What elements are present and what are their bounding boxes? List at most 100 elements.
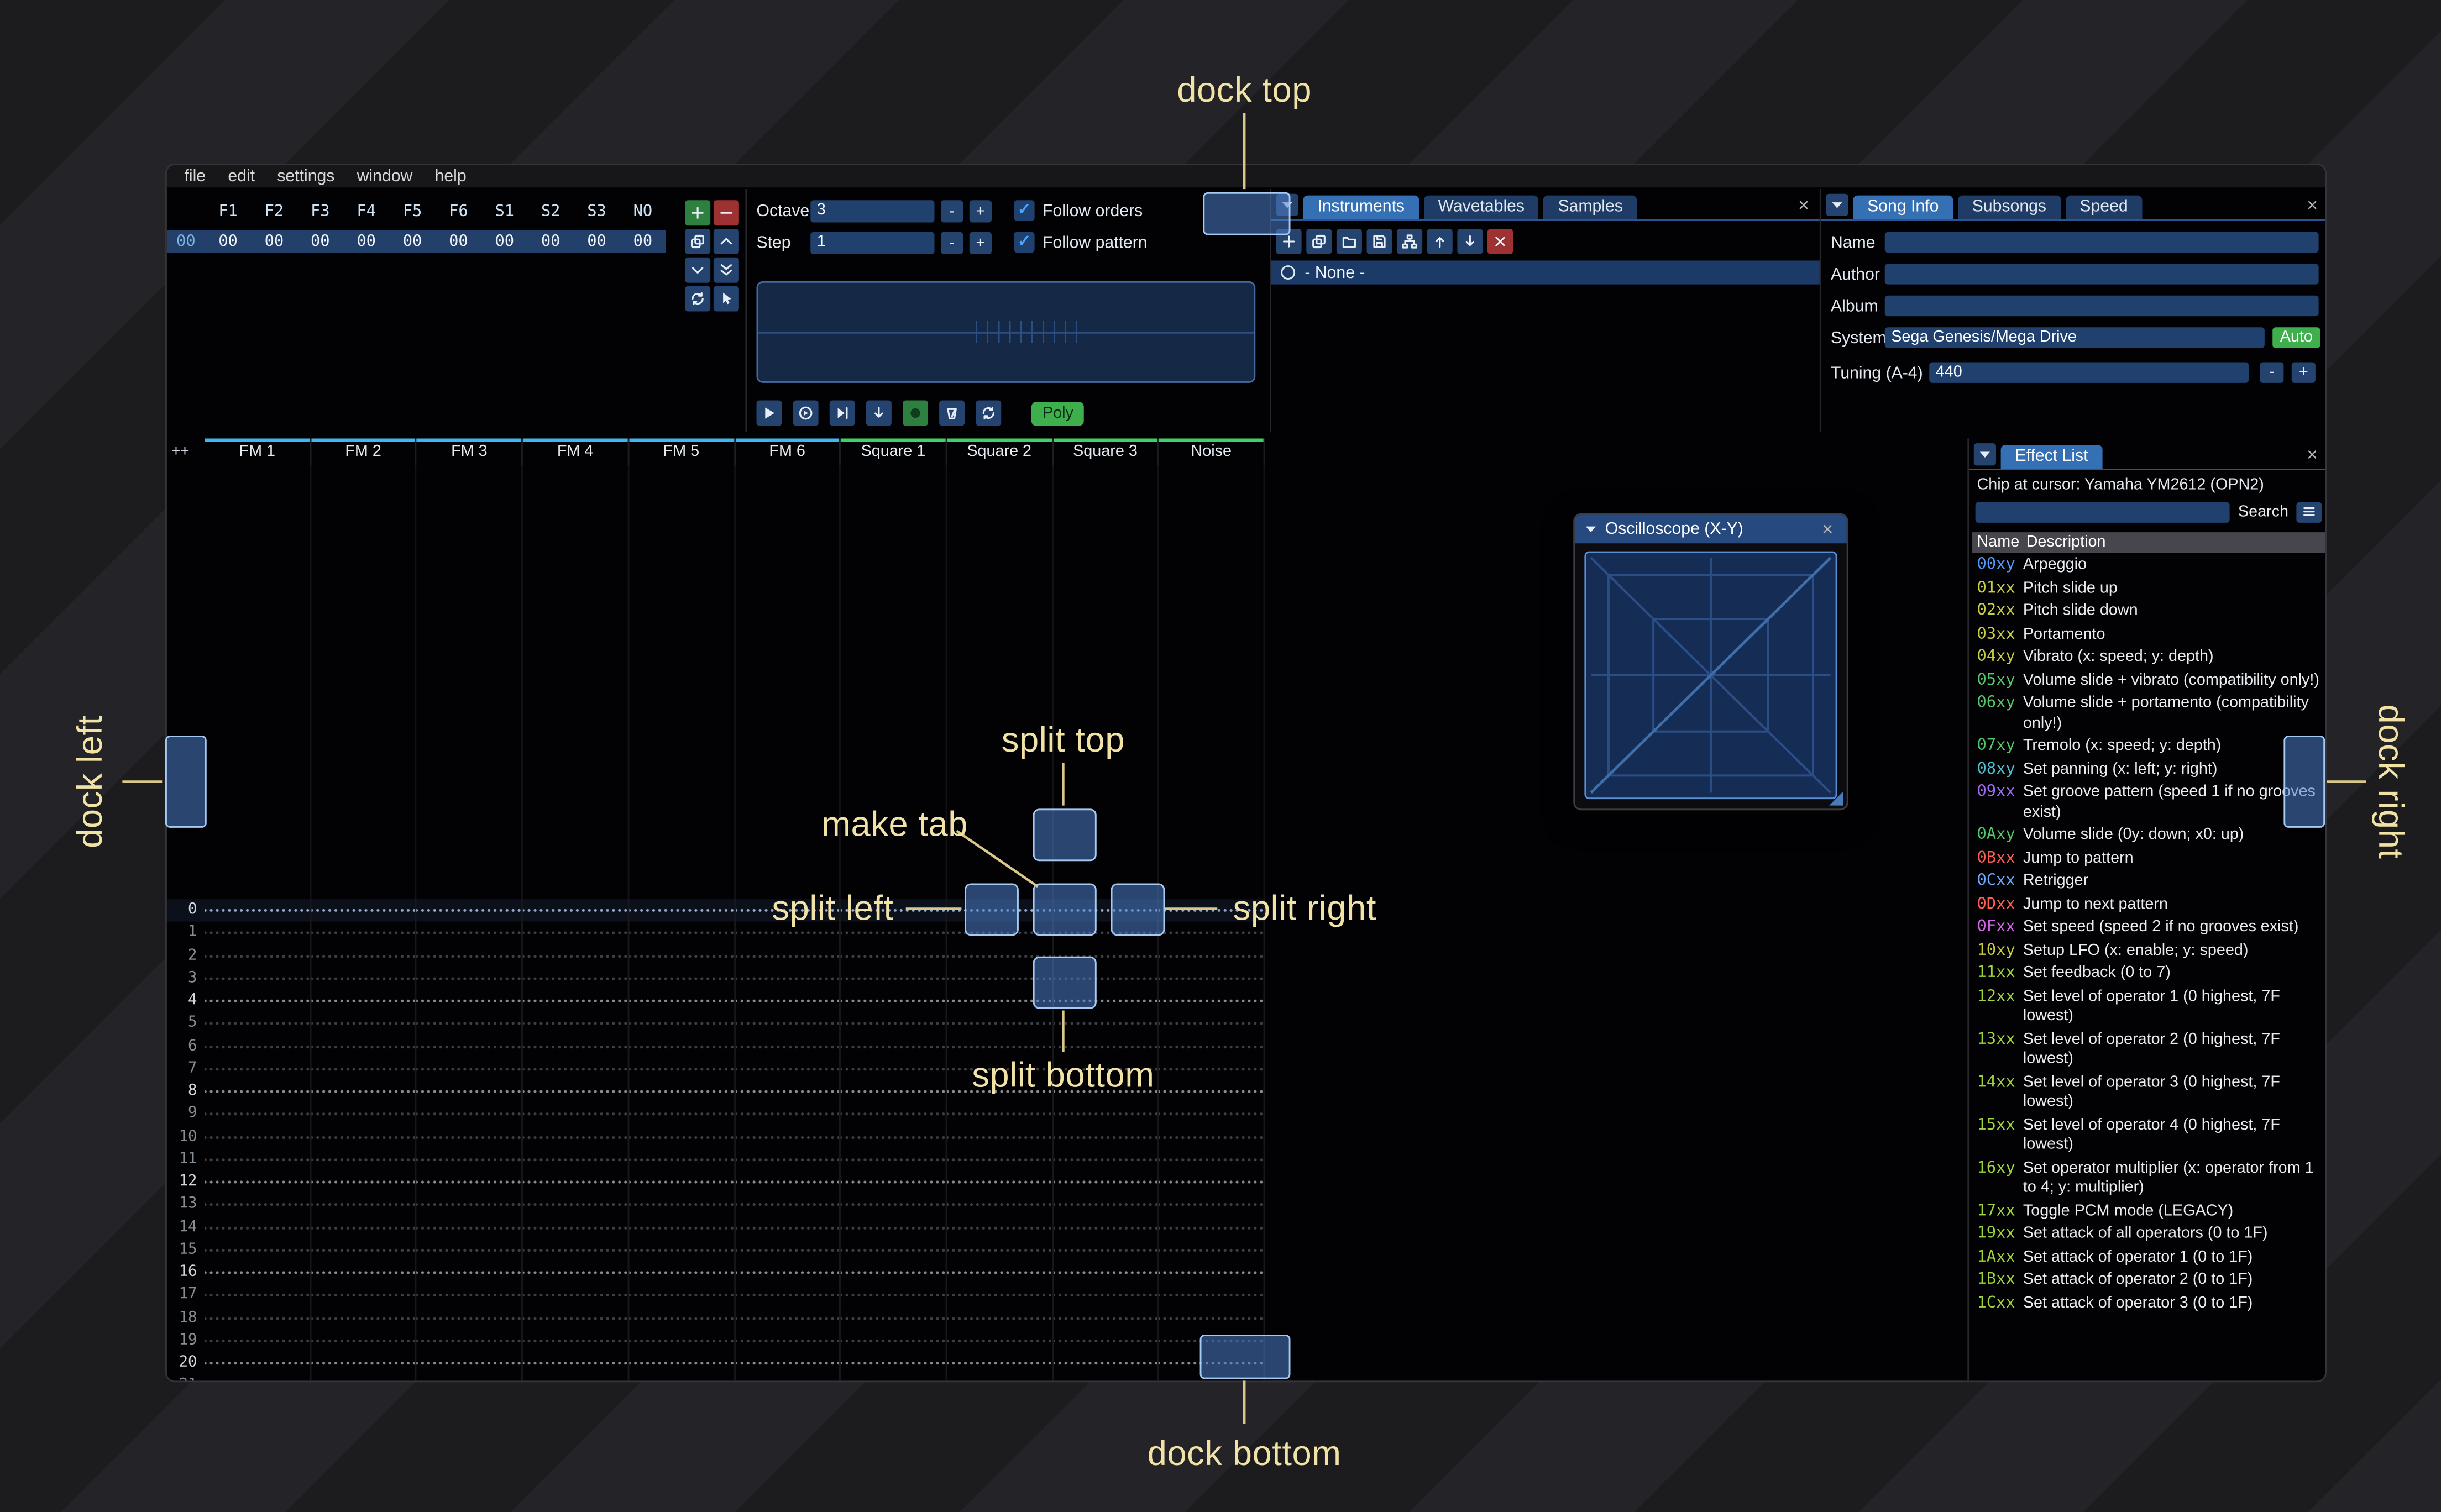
effect-row[interactable]: 17xx Toggle PCM mode (LEGACY) [1972, 1200, 2325, 1224]
close-icon[interactable]: × [1793, 192, 1815, 218]
pattern-cell[interactable] [628, 1058, 735, 1080]
pattern-cell[interactable] [947, 1125, 1054, 1148]
effect-row[interactable]: 07xy Tremolo (x: speed; y: depth) [1972, 736, 2325, 759]
pattern-cell[interactable] [205, 1125, 311, 1148]
pattern-cell[interactable] [1159, 1170, 1265, 1194]
effect-row[interactable]: 13xx Set level of operator 2 (0 highest, … [1972, 1029, 2325, 1072]
effect-row[interactable]: 05xy Volume slide + vibrato (compatibilit… [1972, 670, 2325, 693]
pattern-cell[interactable] [417, 1306, 523, 1330]
menu-item-help[interactable]: help [423, 165, 477, 188]
pattern-cell[interactable] [523, 1329, 629, 1352]
pattern-cell[interactable] [523, 944, 629, 968]
pattern-cell[interactable] [311, 1306, 417, 1330]
pattern-cell[interactable] [417, 1193, 523, 1216]
octave-input[interactable]: 3 [810, 200, 935, 223]
pattern-cell[interactable] [947, 1374, 1054, 1381]
pattern-cell[interactable] [628, 1261, 735, 1284]
effect-row[interactable]: 1Axx Set attack of operator 1 (0 to 1F) [1972, 1246, 2325, 1269]
effect-row[interactable]: 0Fxx Set speed (speed 2 if no grooves exi… [1972, 917, 2325, 940]
instrument-delete-button[interactable] [1487, 229, 1513, 254]
pattern-cell[interactable] [947, 1216, 1054, 1239]
follow-pattern-checkbox[interactable] [1014, 232, 1035, 253]
pattern-cell[interactable] [947, 1102, 1054, 1126]
order-add-button[interactable] [685, 200, 711, 226]
pattern-cell[interactable] [311, 944, 417, 968]
pattern-cell[interactable] [417, 1058, 523, 1080]
pattern-cell[interactable] [311, 1012, 417, 1036]
pattern-cell[interactable] [841, 990, 947, 1013]
pattern-cell[interactable] [841, 1306, 947, 1330]
pattern-cell[interactable] [628, 1329, 735, 1352]
pattern-cell[interactable] [1159, 1080, 1265, 1103]
pattern-cell[interactable] [1053, 1035, 1159, 1058]
pattern-cell[interactable] [523, 1012, 629, 1036]
pattern-cell[interactable] [523, 1148, 629, 1171]
pattern-cell[interactable] [628, 1352, 735, 1375]
pattern-cell[interactable] [628, 1035, 735, 1058]
pattern-cell[interactable] [841, 1329, 947, 1352]
channel-header-square-1[interactable]: Square 1 [841, 438, 947, 466]
pattern-cell[interactable] [735, 1035, 841, 1058]
split-left-target[interactable] [965, 883, 1019, 936]
pattern-cell[interactable] [417, 1148, 523, 1171]
pattern-cell[interactable] [417, 922, 523, 945]
effect-list-menu-button[interactable] [2296, 501, 2322, 522]
instrument-save-button[interactable] [1366, 229, 1392, 254]
pattern-cell[interactable] [841, 944, 947, 968]
pattern-cell[interactable] [205, 1170, 311, 1194]
split-bottom-target[interactable] [1033, 956, 1097, 1009]
close-icon[interactable]: × [1816, 516, 1838, 542]
channel-header-fm-3[interactable]: FM 3 [417, 438, 523, 466]
pattern-cell[interactable] [417, 1125, 523, 1148]
pattern-cell[interactable] [735, 1284, 841, 1307]
pattern-cell[interactable] [841, 1125, 947, 1148]
pattern-cell[interactable] [841, 1238, 947, 1262]
pattern-cell[interactable] [735, 1193, 841, 1216]
effect-row[interactable]: 04xy Vibrato (x: speed; y: depth) [1972, 647, 2325, 670]
step-input[interactable]: 1 [810, 232, 935, 254]
pattern-cell[interactable] [841, 967, 947, 990]
pattern-cell[interactable] [523, 967, 629, 990]
pattern-cell[interactable] [311, 1352, 417, 1375]
pattern-cell[interactable] [205, 1012, 311, 1036]
system-value[interactable]: Sega Genesis/Mega Drive [1884, 327, 2265, 348]
effect-row[interactable]: 06xy Volume slide + portamento (compatibi… [1972, 693, 2325, 736]
pattern-cell[interactable] [947, 1035, 1054, 1058]
pattern-cell[interactable] [311, 1238, 417, 1262]
pattern-cell[interactable] [1053, 1102, 1159, 1126]
pattern-cell[interactable] [735, 990, 841, 1013]
pattern-cell[interactable] [947, 1012, 1054, 1036]
pattern-cell[interactable] [1159, 1125, 1265, 1148]
pattern-cell[interactable] [735, 1352, 841, 1375]
effect-row[interactable]: 03xx Portamento [1972, 623, 2325, 647]
pattern-cell[interactable] [311, 899, 417, 922]
dock-right-target[interactable] [2283, 736, 2325, 828]
pattern-cell[interactable] [311, 1125, 417, 1148]
pattern-cell[interactable] [1053, 1306, 1159, 1330]
pattern-cell[interactable] [1053, 1170, 1159, 1194]
play-from-cursor-button[interactable] [866, 400, 892, 426]
pattern-cell[interactable] [735, 1080, 841, 1103]
order-cell[interactable]: 00 [436, 233, 481, 250]
repeat-pattern-button[interactable] [976, 400, 1002, 426]
auto-system-button[interactable]: Auto [2272, 327, 2320, 348]
pattern-cell[interactable] [628, 967, 735, 990]
pattern-cell[interactable] [205, 1216, 311, 1239]
pattern-cell[interactable] [1053, 1374, 1159, 1381]
octave-decrease-button[interactable]: - [941, 200, 963, 223]
pattern-cell[interactable] [1053, 1216, 1159, 1239]
pattern-cell[interactable] [523, 1102, 629, 1126]
pattern-cell[interactable] [1159, 1238, 1265, 1262]
pattern-cell[interactable] [523, 922, 629, 945]
pattern-cell[interactable] [1159, 1102, 1265, 1126]
pattern-cell[interactable] [311, 1374, 417, 1381]
pattern-cell[interactable] [628, 990, 735, 1013]
pattern-cell[interactable] [628, 1170, 735, 1194]
pattern-cell[interactable] [311, 922, 417, 945]
effect-row[interactable]: 1Bxx Set attack of operator 2 (0 to 1F) [1972, 1269, 2325, 1293]
pattern-cell[interactable] [947, 1306, 1054, 1330]
effect-row[interactable]: 11xx Set feedback (0 to 7) [1972, 963, 2325, 986]
album-input[interactable] [1884, 295, 2319, 317]
pattern-cell[interactable] [417, 1238, 523, 1262]
orders-selected-row[interactable]: 00 00 00 00 00 00 00 00 00 00 00 [166, 230, 666, 253]
